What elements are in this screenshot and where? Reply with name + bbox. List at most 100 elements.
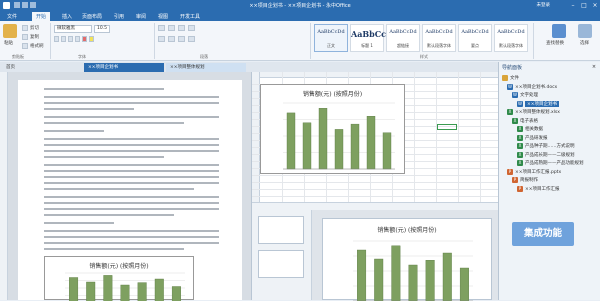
tab-project-overall-plan[interactable]: ××项目整体规划 [166,63,246,72]
font-name-select[interactable]: 微软雅黑 [54,25,92,33]
integrated-function-badge: 集成功能 [512,222,574,246]
chart-bar [383,133,391,169]
chart-bar [426,260,435,301]
nav-tree-item[interactable]: X产品研发报 [499,134,599,142]
menu-references[interactable]: 引用 [114,13,124,20]
close-icon[interactable]: × [590,1,600,10]
document-page[interactable]: 销售额(元) (按照月份) [18,80,242,300]
word-document-pane[interactable]: 销售额(元) (按照月份) [0,72,251,300]
spreadsheet-pane[interactable]: 销售额(元) (按照月份) 销售额(元) (按照月份) [251,72,498,300]
font-size-select[interactable]: 10.5 [94,25,110,33]
find-replace-label[interactable]: 查找替换 [546,40,564,46]
nav-tree-item[interactable]: X产品成长期——二级规划 [499,151,599,159]
chart-bar [443,253,452,301]
word-file-icon: W [507,84,513,90]
chart-bar [374,259,383,301]
copy-icon[interactable] [22,34,28,40]
ppt-file-icon: P [512,177,518,183]
style-key-point[interactable]: AaBbCcDd 要点 [458,24,492,52]
slide-thumbnails[interactable] [252,210,312,300]
underline-icon[interactable] [68,36,73,42]
nav-tree-item[interactable]: X电子表格 [499,117,599,125]
sheet-chart[interactable]: 销售额(元) (按照月份) [260,84,405,174]
menu-view[interactable]: 视图 [158,13,168,20]
find-replace-icon[interactable] [552,24,566,38]
bullets-icon[interactable] [158,25,165,31]
user-status[interactable]: 未登录 [537,2,551,8]
format-painter-label[interactable]: 格式刷 [30,43,44,49]
paste-label: 粘贴 [4,40,13,46]
copy-label[interactable]: 复制 [30,34,39,40]
nav-tree-item[interactable]: P简报制作 [499,176,599,184]
chart-bar [409,265,418,301]
justify-icon[interactable] [188,36,195,42]
nav-tree-item[interactable]: X相关数据 [499,125,599,133]
navigation-pane: 导航面板 × 文件W××项目企划书.docxW文字处理W××项目企划书X××项目… [498,62,600,300]
word-file-icon: W [517,101,523,107]
presentation-pane[interactable]: 销售额(元) (按照月份) [252,210,499,300]
chart-bar [287,113,295,169]
cut-label[interactable]: 剪切 [30,25,39,31]
outdent-icon[interactable] [178,25,185,31]
nav-tree-item[interactable]: X××项目整体规划.xlsx [499,108,599,116]
vertical-ruler [0,72,8,300]
maximize-icon[interactable]: □ [579,1,589,10]
tab-home[interactable]: 首页 [2,63,52,72]
nav-tree-item[interactable]: W××项目企划书 [499,100,599,108]
style-default-font[interactable]: AaBbCcDd 默认段落字体 [422,24,456,52]
strikethrough-icon[interactable] [75,36,80,42]
align-right-icon[interactable] [178,36,185,42]
style-heading-1[interactable]: AaBbCc 标题 1 [350,24,384,52]
chart-bar [392,246,401,301]
menu-file[interactable]: 文件 [7,13,17,20]
paste-icon[interactable] [3,24,17,38]
tab-project-plan-doc[interactable]: ××项目企划书 [84,63,164,72]
current-slide[interactable]: 销售额(元) (按照月份) [322,218,492,300]
slide-thumbnail[interactable] [258,250,304,278]
doc-embedded-chart[interactable]: 销售额(元) (按照月份) [44,256,194,300]
menu-developer[interactable]: 开发工具 [180,13,200,20]
style-hyperlink[interactable]: AaBbCcDd 超链接 [386,24,420,52]
nav-tree-item[interactable]: 文件 [499,74,599,82]
nav-tree-item-label: 电子表格 [520,118,538,124]
close-pane-icon[interactable]: × [591,64,597,70]
style-default-font-2[interactable]: AaBbCcDd 默认段落字体 [494,24,528,52]
nav-tree-item[interactable]: W××项目企划书.docx [499,83,599,91]
nav-tree-item[interactable]: P××项目工作汇报 [499,185,599,193]
nav-tree-item[interactable]: X产品种子期……方式说明 [499,142,599,150]
nav-tree-item[interactable]: P××项目工作汇报.pptx [499,168,599,176]
nav-tree-item-label: ××项目工作汇报.pptx [515,169,561,175]
font-color-icon[interactable] [82,36,87,42]
indent-icon[interactable] [188,25,195,31]
nav-tree-item-label: 文件 [510,75,519,81]
spreadsheet-grid[interactable]: 销售额(元) (按照月份) [252,72,499,202]
format-painter-icon[interactable] [22,43,28,49]
style-normal[interactable]: AaBbCcDd 正文 [314,24,348,52]
column-headers [252,72,499,78]
nav-tree-item-label: 产品研发报 [525,135,548,141]
excel-file-icon: X [517,143,523,149]
nav-tree-item[interactable]: W文字处理 [499,91,599,99]
highlight-icon[interactable] [89,36,94,42]
menu-home[interactable]: 开始 [32,12,50,21]
selected-cell[interactable] [437,124,457,130]
menu-review[interactable]: 审阅 [136,13,146,20]
slide-thumbnail[interactable] [258,216,304,244]
align-center-icon[interactable] [168,36,175,42]
cut-icon[interactable] [22,25,28,31]
minimize-icon[interactable]: – [568,1,578,10]
sheet-tabs[interactable] [252,202,499,210]
nav-tree-item[interactable]: X产品成熟期——产品功能规划 [499,159,599,167]
select-label[interactable]: 选择 [580,40,589,46]
numbering-icon[interactable] [168,25,175,31]
bold-icon[interactable] [54,36,59,42]
align-left-icon[interactable] [158,36,165,42]
word-file-icon: W [512,92,518,98]
select-icon[interactable] [578,24,592,38]
chart-bar [104,275,113,301]
nav-tree-item-label: 产品成长期——二级规划 [525,152,575,158]
menu-insert[interactable]: 插入 [62,13,72,20]
nav-tree-item-label: 简报制作 [520,177,538,183]
italic-icon[interactable] [61,36,66,42]
menu-page-layout[interactable]: 页面布局 [82,13,102,20]
